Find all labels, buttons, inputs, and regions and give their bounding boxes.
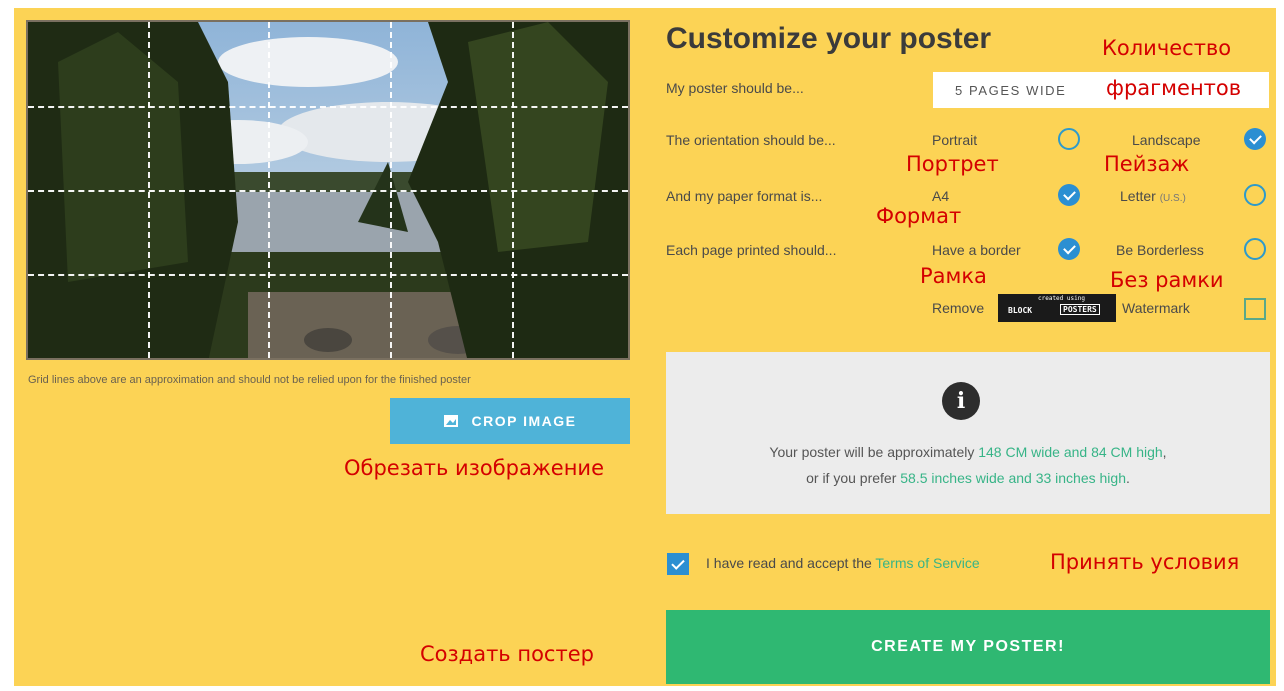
image-icon (443, 415, 458, 427)
info-line1-suffix: , (1162, 444, 1167, 460)
info-line1-prefix: Your poster will be approximately (769, 444, 979, 460)
size-info-line-inches: or if you prefer 58.5 inches wide and 33… (666, 470, 1270, 486)
info-line2-prefix: or if you prefer (806, 470, 901, 486)
terms-of-service-link[interactable]: Terms of Service (875, 555, 979, 571)
terms-prefix: I have read and accept the (706, 555, 876, 571)
annotation-format: Формат (876, 204, 962, 228)
accept-terms-checkbox[interactable] (667, 553, 689, 575)
paper-letter-text: Letter (1120, 188, 1156, 204)
paper-label: And my paper format is... (666, 188, 823, 204)
poster-size-value: 5 PAGES WIDE (955, 82, 1067, 98)
grid-line-horizontal (28, 190, 628, 192)
paper-letter-label: Letter (U.S.) (1120, 188, 1186, 204)
annotation-create: Создать постер (420, 642, 594, 666)
border-less-label: Be Borderless (1116, 242, 1204, 258)
paper-a4-radio[interactable] (1058, 184, 1080, 206)
logo-left-text: BLOCK (1008, 306, 1033, 315)
annotation-fragments: фрагментов (1106, 76, 1242, 100)
annotation-accept: Принять условия (1050, 550, 1240, 574)
poster-preview-image (26, 20, 630, 360)
create-poster-button[interactable]: CREATE MY POSTER! (666, 610, 1270, 684)
annotation-count: Количество (1102, 36, 1232, 60)
remove-watermark-checkbox[interactable] (1244, 298, 1266, 320)
paper-letter-radio[interactable] (1244, 184, 1266, 206)
size-label: My poster should be... (666, 80, 804, 96)
size-info-line-cm: Your poster will be approximately 148 CM… (666, 444, 1270, 460)
border-have-radio[interactable] (1058, 238, 1080, 260)
page-title: Customize your poster (666, 22, 992, 55)
orientation-portrait-radio[interactable] (1058, 128, 1080, 150)
grid-line-horizontal (28, 106, 628, 108)
paper-letter-note: (U.S.) (1159, 193, 1186, 204)
size-info-box (666, 352, 1270, 514)
orientation-label: The orientation should be... (666, 132, 836, 148)
annotation-portrait: Портрет (906, 152, 999, 176)
border-have-label: Have a border (932, 242, 1021, 258)
logo-right-text: POSTERS (1060, 304, 1100, 315)
logo-small-text: created using (1038, 295, 1085, 302)
border-less-radio[interactable] (1244, 238, 1266, 260)
blockposters-logo: created using BLOCK POSTERS (998, 294, 1116, 322)
annotation-border: Рамка (920, 264, 987, 288)
crop-image-button[interactable]: CROP IMAGE (390, 398, 630, 444)
info-line2-suffix: . (1125, 470, 1130, 486)
watermark-prefix: Remove (932, 300, 985, 316)
border-label: Each page printed should... (666, 242, 837, 258)
annotation-borderless: Без рамки (1110, 268, 1224, 292)
crop-image-label: CROP IMAGE (471, 413, 577, 429)
info-icon: i (942, 382, 980, 420)
info-size-inches: 58.5 inches wide and 33 inches high (900, 470, 1126, 486)
grid-line-horizontal (28, 274, 628, 276)
annotation-crop: Обрезать изображение (344, 456, 604, 480)
paper-a4-label: A4 (932, 188, 950, 204)
orientation-landscape-label: Landscape (1132, 132, 1201, 148)
grid-note: Grid lines above are an approximation an… (28, 374, 471, 386)
terms-text: I have read and accept the Terms of Serv… (706, 555, 980, 571)
annotation-landscape: Пейзаж (1104, 152, 1190, 176)
watermark-suffix: Watermark (1122, 300, 1190, 316)
orientation-landscape-radio[interactable] (1244, 128, 1266, 150)
orientation-portrait-label: Portrait (932, 132, 978, 148)
info-size-cm: 148 CM wide and 84 CM high (978, 444, 1163, 460)
